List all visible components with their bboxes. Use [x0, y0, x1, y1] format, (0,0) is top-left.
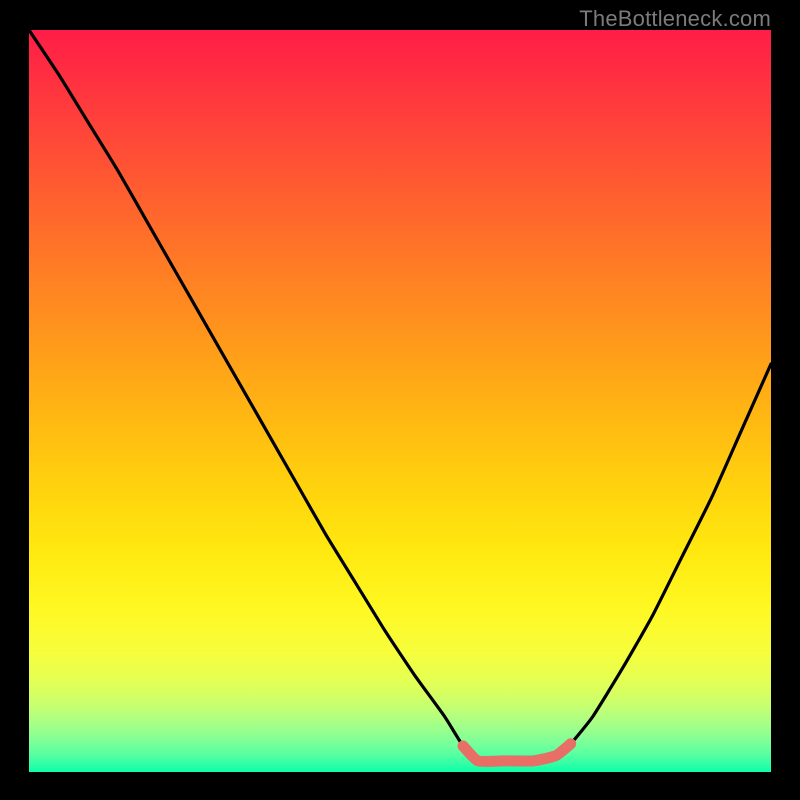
gradient-background — [29, 30, 771, 772]
bottleneck-chart — [29, 30, 771, 772]
chart-frame: TheBottleneck.com — [0, 0, 800, 800]
watermark-text: TheBottleneck.com — [579, 6, 771, 32]
